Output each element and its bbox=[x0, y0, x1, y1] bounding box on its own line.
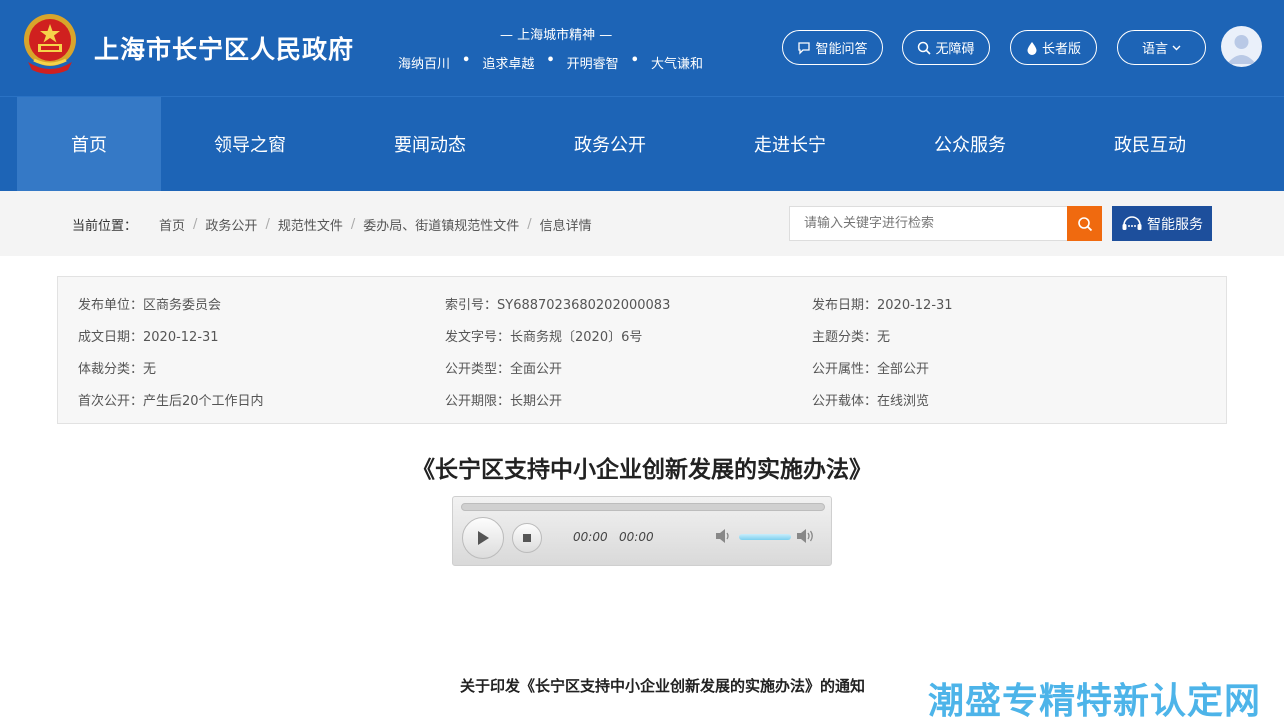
smart-qa-label: 智能问答 bbox=[815, 42, 868, 57]
chevron-down-icon bbox=[1172, 45, 1181, 51]
national-emblem-icon[interactable] bbox=[20, 12, 80, 76]
breadcrumb: 当前位置： 首页 / 政务公开 / 规范性文件 / 委办局、街道镇规范性文件 /… bbox=[72, 215, 592, 234]
city-spirit-item: 开明睿智 bbox=[566, 57, 619, 72]
smart-service-button[interactable]: 智能服务 bbox=[1112, 206, 1212, 241]
nav-item-interaction[interactable]: 政民互动 bbox=[1070, 97, 1230, 191]
language-label: 语言 bbox=[1141, 42, 1168, 57]
open-attr-field: 公开属性：全部公开 bbox=[812, 362, 930, 377]
smart-service-label: 智能服务 bbox=[1147, 216, 1203, 233]
breadcrumb-item[interactable]: 委办局、街道镇规范性文件 bbox=[363, 215, 519, 234]
volume-slider[interactable] bbox=[739, 534, 791, 540]
breadcrumb-label: 当前位置： bbox=[72, 219, 138, 234]
first-open-field: 首次公开：产生后20个工作日内 bbox=[78, 394, 264, 409]
separator-dot: • bbox=[462, 53, 471, 68]
elderly-mode-label: 长者版 bbox=[1041, 42, 1081, 57]
index-no-field: 索引号：SY6887023680202000083 bbox=[445, 298, 671, 313]
open-type-field: 公开类型：全面公开 bbox=[445, 362, 563, 377]
language-select[interactable]: 语言 bbox=[1117, 30, 1206, 65]
search-button[interactable] bbox=[1067, 206, 1102, 241]
audio-duration: 00:00 bbox=[619, 530, 654, 544]
breadcrumb-separator: / bbox=[350, 217, 356, 232]
search-icon bbox=[1077, 216, 1092, 231]
volume-max-icon[interactable] bbox=[796, 528, 816, 544]
doc-no-field: 发文字号：长商务规〔2020〕6号 bbox=[445, 330, 643, 345]
open-carrier-field: 公开载体：在线浏览 bbox=[812, 394, 930, 409]
avatar[interactable] bbox=[1221, 26, 1262, 67]
search-icon bbox=[918, 41, 932, 55]
play-button[interactable] bbox=[462, 517, 504, 559]
drop-icon bbox=[1027, 41, 1037, 55]
stop-icon bbox=[523, 534, 531, 542]
separator-dot: • bbox=[630, 53, 639, 68]
accessibility-label: 无障碍 bbox=[935, 42, 975, 57]
chat-icon bbox=[798, 41, 811, 55]
audio-player: 00:00 00:00 bbox=[452, 496, 832, 566]
nav-item-about[interactable]: 走进长宁 bbox=[710, 97, 870, 191]
nav-item-news[interactable]: 要闻动态 bbox=[350, 97, 510, 191]
audio-progress-track[interactable] bbox=[461, 503, 825, 511]
user-icon bbox=[1227, 35, 1256, 64]
city-spirit-item: 追求卓越 bbox=[482, 57, 535, 72]
formed-date-field: 成文日期：2020-12-31 bbox=[78, 330, 219, 345]
elderly-mode-button[interactable]: 长者版 bbox=[1010, 30, 1097, 65]
city-spirit-items: 海纳百川 • 追求卓越 • 开明睿智 • 大气谦和 bbox=[398, 53, 703, 72]
publisher-field: 发布单位：区商务委员会 bbox=[78, 298, 222, 313]
site-title[interactable]: 上海市长宁区人民政府 bbox=[94, 30, 354, 66]
smart-qa-button[interactable]: 智能问答 bbox=[782, 30, 883, 65]
breadcrumb-separator: / bbox=[265, 217, 270, 232]
nav-item-public-service[interactable]: 公众服务 bbox=[890, 97, 1050, 191]
document-metadata: 发布单位：区商务委员会 索引号：SY6887023680202000083 发布… bbox=[57, 276, 1227, 424]
breadcrumb-item[interactable]: 政务公开 bbox=[205, 215, 257, 234]
watermark-text: 潮盛专精特新认定网 bbox=[928, 681, 1262, 722]
city-spirit-item: 海纳百川 bbox=[398, 57, 451, 72]
city-spirit-item: 大气谦和 bbox=[650, 57, 703, 72]
nav-item-leaders[interactable]: 领导之窗 bbox=[170, 97, 330, 191]
nav-item-home[interactable]: 首页 bbox=[17, 97, 161, 191]
open-period-field: 公开期限：长期公开 bbox=[445, 394, 563, 409]
breadcrumb-separator: / bbox=[193, 217, 198, 232]
publish-date-field: 发布日期：2020-12-31 bbox=[812, 298, 953, 313]
main-nav: 首页 领导之窗 要闻动态 政务公开 走进长宁 公众服务 政民互动 bbox=[0, 96, 1284, 191]
play-icon bbox=[478, 531, 489, 545]
audio-current-time: 00:00 bbox=[573, 530, 608, 544]
city-spirit-title: — 上海城市精神 — bbox=[500, 28, 613, 43]
search-input[interactable] bbox=[789, 206, 1068, 241]
breadcrumb-separator: / bbox=[527, 217, 532, 232]
separator-dot: • bbox=[546, 53, 555, 68]
headset-icon bbox=[1122, 215, 1142, 230]
breadcrumb-item[interactable]: 首页 bbox=[159, 215, 185, 234]
stop-button[interactable] bbox=[512, 523, 542, 553]
mute-icon[interactable] bbox=[715, 528, 733, 544]
topic-field: 主题分类：无 bbox=[812, 330, 891, 345]
breadcrumb-item[interactable]: 规范性文件 bbox=[278, 215, 343, 234]
document-title: 《长宁区支持中小企业创新发展的实施办法》 bbox=[412, 457, 872, 483]
breadcrumb-item-current: 信息详情 bbox=[539, 219, 592, 234]
site-header: 上海市长宁区人民政府 — 上海城市精神 — 海纳百川 • 追求卓越 • 开明睿智… bbox=[0, 0, 1284, 96]
nav-item-gov-affairs[interactable]: 政务公开 bbox=[530, 97, 690, 191]
genre-field: 体裁分类：无 bbox=[78, 362, 157, 377]
accessibility-button[interactable]: 无障碍 bbox=[902, 30, 990, 65]
